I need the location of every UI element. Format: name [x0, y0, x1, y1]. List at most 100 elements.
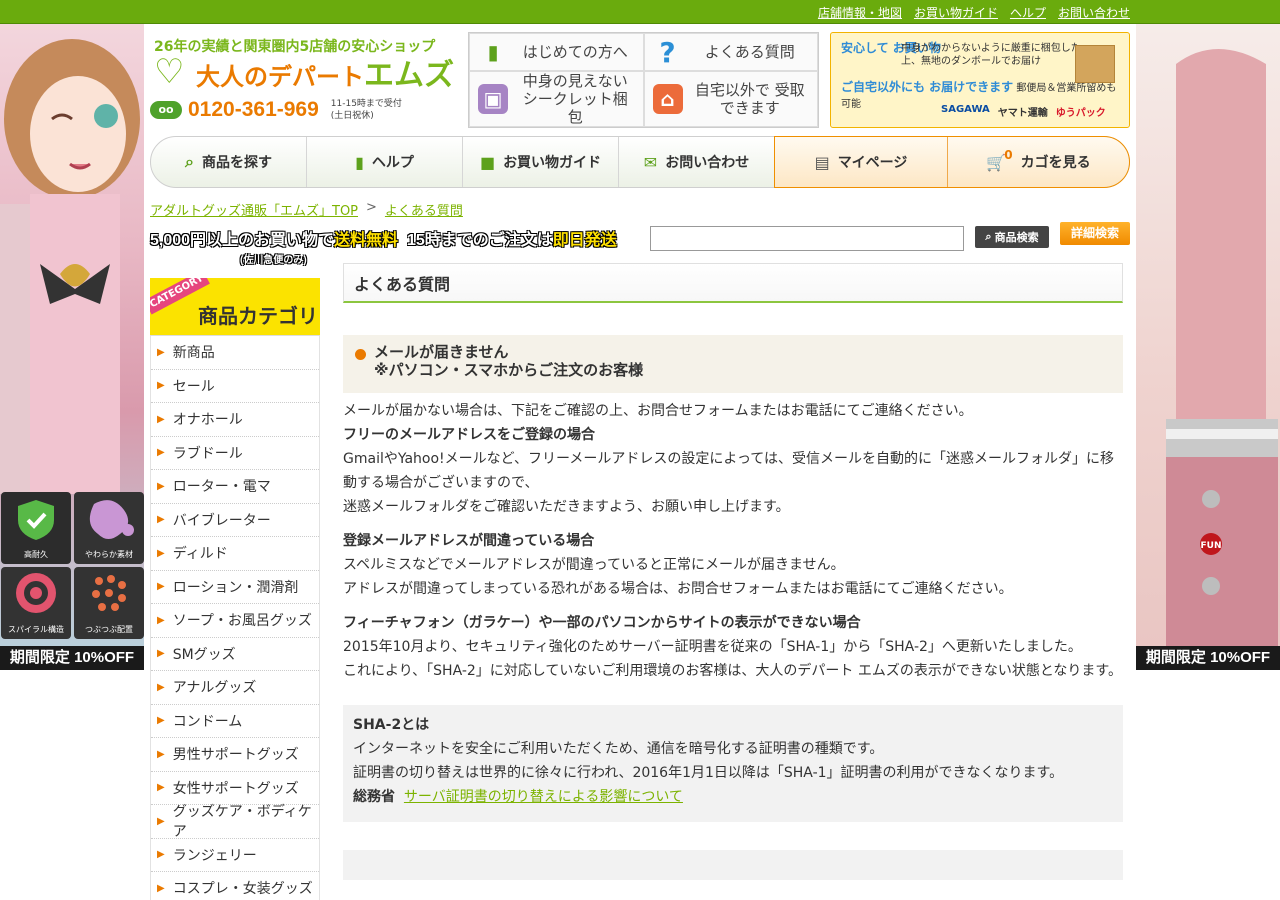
cart-icon: 🛒: [986, 152, 1007, 172]
category-item[interactable]: ▶ グッズケア・ボディケア: [151, 804, 319, 840]
category-item[interactable]: ▶ アナルグッズ: [151, 671, 319, 705]
carrier-sagawa: SAGAWA: [941, 104, 990, 115]
sha2-info-box: SHA-2とは インターネットを安全にご利用いただくため、通信を暗号化する証明書…: [343, 705, 1123, 822]
right-ad-discount-banner: 期間限定 10%OFF: [1136, 646, 1280, 670]
category-item[interactable]: ▶ コスプレ・女装グッズ: [151, 872, 319, 900]
delivery-promo[interactable]: 安心して お買い物 中身がわからないように厳重に梱包した上、無地のダンボールでお…: [830, 32, 1130, 128]
anime-character-illustration: [0, 39, 140, 494]
category-label: 新商品: [172, 345, 215, 362]
category-item[interactable]: ▶ ディルド: [151, 537, 319, 571]
left-side-ad[interactable]: 高耐久 やわらか素材 スパイラル構造 つぶつぶ配置 期間限定 10%OFF: [0, 24, 144, 670]
brand-prefix: 大人のデパート: [196, 63, 364, 91]
section-title-feature-phone: フィーチャフォン（ガラケー）や一部のパソコンからサイトの表示ができない場合: [343, 615, 861, 631]
shipping-part1: 5,000円以上のお買い物で: [150, 232, 335, 249]
carrier-yamato: ヤマト運輸: [997, 108, 1048, 119]
cart-count: 0: [1004, 148, 1013, 162]
shipping-note: (佐川急便のみ): [240, 255, 307, 266]
category-label: グッズケア・ボディケア: [172, 804, 312, 841]
nav-label: 商品を探す: [201, 155, 272, 171]
category-label: セール: [172, 378, 215, 395]
top-link-guide[interactable]: お買い物ガイド: [914, 4, 998, 21]
category-item[interactable]: ▶ ローター・電マ: [151, 470, 319, 504]
arrow-icon: ▶: [157, 648, 165, 660]
breadcrumb-current[interactable]: よくある質問: [385, 200, 463, 219]
category-sidebar: CATEGORY 商品カテゴリ ▶ 新商品 ▶ セール ▶ オナホール ▶ ラブドール ▶ ロータ…: [150, 278, 320, 900]
info-title: SHA-2とは: [353, 717, 430, 733]
answer-intro: メールが届かない場合は、下記をご確認の上、お問合せフォームまたはお電話にてご連絡…: [343, 403, 973, 419]
quick-link-pickup[interactable]: ⌂ 自宅以外で 受取できます: [643, 71, 818, 127]
question-heading: メールが届きません ※パソコン・スマホからご注文のお客様: [343, 335, 1123, 393]
top-link-help[interactable]: ヘルプ: [1010, 4, 1046, 21]
quick-links: ▮ はじめての方へ ? よくある質問 ▣ 中身の見えない シークレット梱包 ⌂ …: [468, 32, 819, 128]
quick-link-faq[interactable]: ? よくある質問: [643, 33, 818, 71]
feature-label: やわらか素材: [85, 550, 133, 559]
category-item[interactable]: ▶ 新商品: [151, 336, 319, 370]
nav-search-products[interactable]: ⌕ 商品を探す: [151, 137, 307, 187]
section-title-wrong-address: 登録メールアドレスが間違っている場合: [343, 533, 595, 549]
nav-label: お買い物ガイド: [503, 155, 602, 171]
nav-help[interactable]: ▮ ヘルプ: [307, 137, 463, 187]
top-link-store[interactable]: 店舗情報・地図: [818, 4, 902, 21]
breadcrumb: アダルトグッズ通販「エムズ」TOP > よくある質問: [150, 200, 463, 219]
advanced-search-button[interactable]: 詳細検索: [1060, 222, 1130, 245]
nav-cart[interactable]: 🛒 0 カゴを見る: [948, 137, 1129, 187]
arrow-icon: ▶: [157, 849, 165, 861]
category-label: 女性サポートグッズ: [172, 780, 299, 797]
product-logo: FUN: [1201, 541, 1222, 551]
arrow-icon: ▶: [157, 413, 165, 425]
category-title: 商品カテゴリ: [198, 304, 318, 328]
carrier-logos: SAGAWA ヤマト運輸 ゆうパック: [941, 104, 1106, 119]
phone-number: 0120-361-969: [188, 98, 319, 121]
nav-contact[interactable]: ✉ お問い合わせ: [619, 137, 775, 187]
search-button[interactable]: ⌕ 商品検索: [975, 226, 1049, 248]
category-label: ローション・潤滑剤: [172, 579, 299, 596]
search-input[interactable]: [650, 226, 964, 251]
cardboard-box-icon: [1075, 45, 1115, 83]
category-item[interactable]: ▶ ラブドール: [151, 437, 319, 470]
category-header: CATEGORY 商品カテゴリ: [150, 278, 320, 336]
freedial-icon: oo: [150, 101, 182, 119]
nav-shopping-guide[interactable]: ■ お買い物ガイド: [463, 137, 619, 187]
category-label: ディルド: [172, 546, 228, 563]
site-header: 26年の実績と関東圏内5店舗の安心ショップ ♡ 大人のデパートエムズ oo 01…: [150, 24, 1130, 134]
feature-label: 高耐久: [24, 550, 48, 559]
arrow-icon: ▶: [157, 514, 165, 526]
nav-label: ヘルプ: [371, 155, 414, 171]
category-item[interactable]: ▶ 女性サポートグッズ: [151, 772, 319, 805]
box-icon: ▣: [478, 84, 508, 114]
arrow-icon: ▶: [157, 581, 165, 593]
category-item[interactable]: ▶ SMグッズ: [151, 638, 319, 671]
search-button-label: 商品検索: [994, 231, 1039, 244]
section-title-free-mail: フリーのメールアドレスをご登録の場合: [343, 427, 595, 443]
site-logo[interactable]: ♡ 大人のデパートエムズ: [154, 54, 454, 93]
product-image: FUN: [1166, 49, 1278, 647]
hours-line2: (土日祝休): [330, 111, 374, 121]
nav-mypage[interactable]: ▤ マイページ: [775, 137, 948, 187]
category-list: ▶ 新商品 ▶ セール ▶ オナホール ▶ ラブドール ▶ ローター・電マ ▶ バイブレーター ▶ ディル…: [150, 336, 320, 900]
category-item[interactable]: ▶ 男性サポートグッズ: [151, 738, 319, 772]
category-item[interactable]: ▶ バイブレーター: [151, 504, 319, 537]
main-content: よくある質問 メールが届きません ※パソコン・スマホからご注文のお客様 メールが届…: [343, 263, 1123, 900]
dots-feature: つぶつぶ配置: [74, 567, 144, 639]
category-label: SMグッズ: [172, 646, 236, 663]
category-item[interactable]: ▶ オナホール: [151, 403, 319, 437]
category-item[interactable]: ▶ ソープ・お風呂グッズ: [151, 604, 319, 638]
category-item[interactable]: ▶ ローション・潤滑剤: [151, 571, 319, 604]
right-side-ad[interactable]: FUN 期間限定 10%OFF: [1136, 24, 1280, 670]
category-item[interactable]: ▶ コンドーム: [151, 705, 319, 738]
breadcrumb-home[interactable]: アダルトグッズ通販「エムズ」TOP: [150, 200, 358, 219]
quick-link-beginner[interactable]: ▮ はじめての方へ: [469, 33, 644, 71]
info-link[interactable]: サーバ証明書の切り替えによる影響について: [404, 789, 683, 805]
answer-content: メールが届かない場合は、下記をご確認の上、お問合せフォームまたはお電話にてご連絡…: [343, 393, 1123, 683]
promo-title2: ご自宅以外にも お届けできます: [841, 80, 1014, 94]
arrow-icon: ▶: [157, 346, 165, 358]
next-section-box: [343, 850, 1123, 880]
top-link-contact[interactable]: お問い合わせ: [1058, 4, 1130, 21]
quick-link-secret-pack[interactable]: ▣ 中身の見えない シークレット梱包: [469, 71, 644, 127]
nav-label: マイページ: [837, 155, 908, 171]
beginner-mark-icon: ▮: [487, 40, 499, 64]
category-item[interactable]: ▶ ランジェリー: [151, 839, 319, 872]
carrier-yupack: ゆうパック: [1055, 108, 1106, 119]
category-item[interactable]: ▶ セール: [151, 370, 319, 403]
arrow-icon: ▶: [157, 715, 165, 727]
